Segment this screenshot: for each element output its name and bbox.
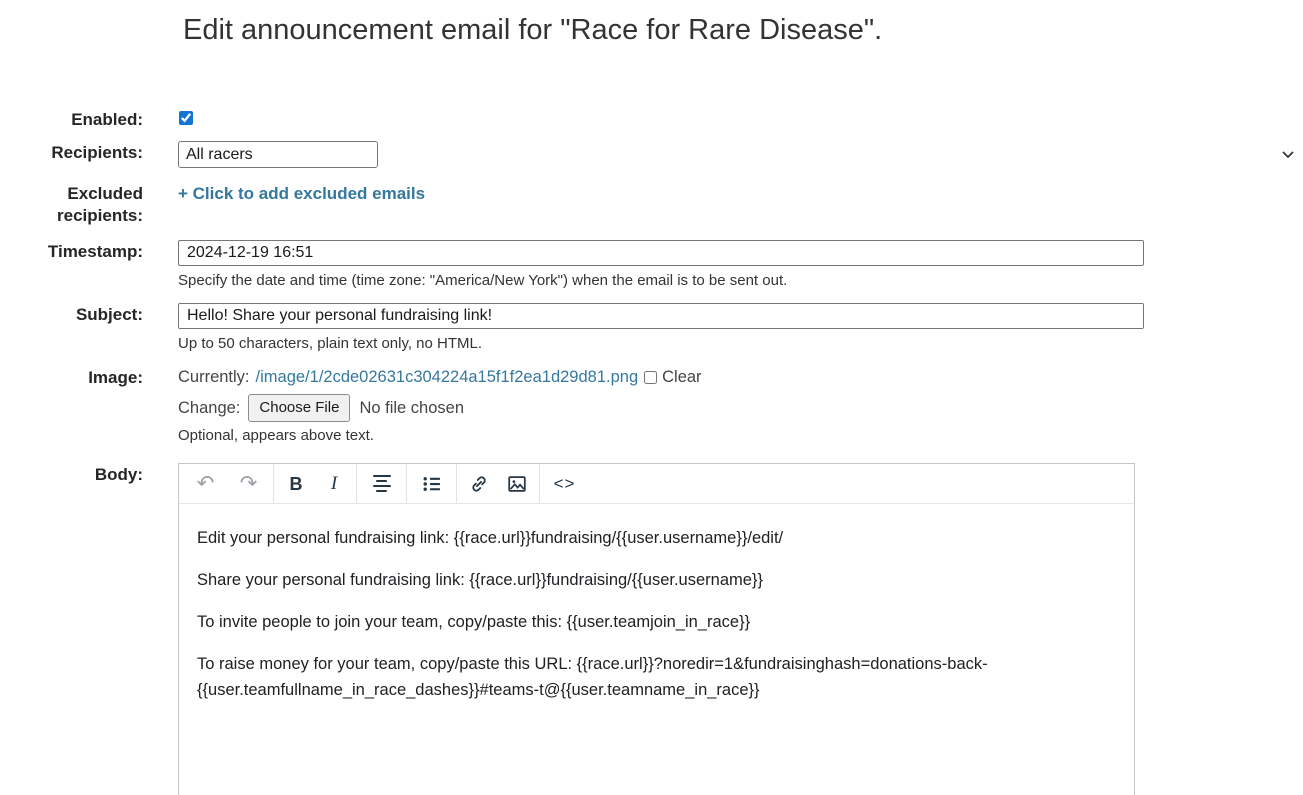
toolbar-separator <box>406 464 407 503</box>
redo-button[interactable]: ↷ <box>227 467 270 501</box>
timestamp-row: Timestamp: Specify the date and time (ti… <box>0 240 1303 290</box>
image-icon <box>506 473 528 495</box>
italic-icon: I <box>331 474 337 493</box>
subject-input[interactable] <box>178 303 1144 329</box>
add-excluded-emails-link[interactable]: + Click to add excluded emails <box>178 182 425 205</box>
recipients-row: Recipients: All racers <box>0 141 1303 168</box>
body-row: Body: ↶ ↷ B I <box>0 463 1303 795</box>
page-title: Edit announcement email for "Race for Ra… <box>183 12 1303 48</box>
image-row: Image: Currently: /image/1/2cde02631c304… <box>0 366 1303 444</box>
image-help: Optional, appears above text. <box>178 427 1303 444</box>
body-label: Body: <box>0 463 143 486</box>
enabled-checkbox[interactable] <box>179 111 193 125</box>
code-icon: <> <box>554 475 576 492</box>
toolbar-separator <box>356 464 357 503</box>
image-currently-text: Currently: <box>178 366 250 388</box>
bullet-list-button[interactable] <box>410 467 453 501</box>
body-editor: ↶ ↷ B I <box>178 463 1135 795</box>
timestamp-field: Specify the date and time (time zone: "A… <box>178 240 1303 290</box>
image-current-link[interactable]: /image/1/2cde02631c304224a15f1f2ea1d29d8… <box>256 366 639 388</box>
enabled-label: Enabled: <box>0 108 143 131</box>
enabled-field <box>178 108 1303 130</box>
body-paragraph: To raise money for your team, copy/paste… <box>197 651 1110 703</box>
subject-label: Subject: <box>0 303 143 326</box>
editor-content[interactable]: Edit your personal fundraising link: {{r… <box>179 504 1134 703</box>
subject-row: Subject: Up to 50 characters, plain text… <box>0 303 1303 353</box>
timestamp-label: Timestamp: <box>0 240 143 263</box>
announcement-form: Enabled: Recipients: All racers Excluded… <box>0 108 1303 795</box>
code-button[interactable]: <> <box>543 467 586 501</box>
toolbar-separator <box>273 464 274 503</box>
toolbar-separator <box>456 464 457 503</box>
image-current-line: Currently: /image/1/2cde02631c304224a15f… <box>178 366 1303 388</box>
excluded-recipients-row: Excluded recipients: + Click to add excl… <box>0 182 1303 227</box>
subject-field: Up to 50 characters, plain text only, no… <box>178 303 1303 353</box>
image-button[interactable] <box>498 467 536 501</box>
link-button[interactable] <box>460 467 498 501</box>
timestamp-input[interactable] <box>178 240 1144 266</box>
undo-icon: ↶ <box>197 473 215 494</box>
undo-button[interactable]: ↶ <box>184 467 227 501</box>
no-file-chosen-text: No file chosen <box>359 397 464 419</box>
image-change-text: Change: <box>178 397 240 419</box>
chevron-down-icon <box>1282 151 1294 159</box>
italic-button[interactable]: I <box>315 467 353 501</box>
bold-icon: B <box>290 475 303 493</box>
recipients-select[interactable]: All racers <box>178 141 378 168</box>
excluded-recipients-label: Excluded recipients: <box>0 182 143 227</box>
recipients-label: Recipients: <box>0 141 143 164</box>
body-paragraph: Edit your personal fundraising link: {{r… <box>197 525 1110 551</box>
body-paragraph: Share your personal fundraising link: {{… <box>197 567 1110 593</box>
align-center-button[interactable] <box>360 467 403 501</box>
subject-help: Up to 50 characters, plain text only, no… <box>178 335 1303 353</box>
toolbar-separator <box>539 464 540 503</box>
edit-announcement-page: Edit announcement email for "Race for Ra… <box>0 0 1303 795</box>
bold-button[interactable]: B <box>277 467 315 501</box>
image-field: Currently: /image/1/2cde02631c304224a15f… <box>178 366 1303 444</box>
enabled-row: Enabled: <box>0 108 1303 131</box>
image-change-line: Change: Choose File No file chosen <box>178 394 1303 422</box>
choose-file-button[interactable]: Choose File <box>248 394 350 422</box>
bullet-list-icon <box>422 474 442 494</box>
image-label: Image: <box>0 366 143 389</box>
redo-icon: ↷ <box>240 473 258 494</box>
recipients-field: All racers <box>178 141 1303 168</box>
body-paragraph: To invite people to join your team, copy… <box>197 609 1110 635</box>
excluded-recipients-field: + Click to add excluded emails <box>178 182 1303 205</box>
clear-label: Clear <box>662 366 701 388</box>
clear-checkbox[interactable] <box>644 371 657 384</box>
timestamp-help: Specify the date and time (time zone: "A… <box>178 272 1303 290</box>
link-icon <box>468 473 490 495</box>
align-center-icon <box>373 475 391 492</box>
editor-toolbar: ↶ ↷ B I <box>179 464 1134 504</box>
